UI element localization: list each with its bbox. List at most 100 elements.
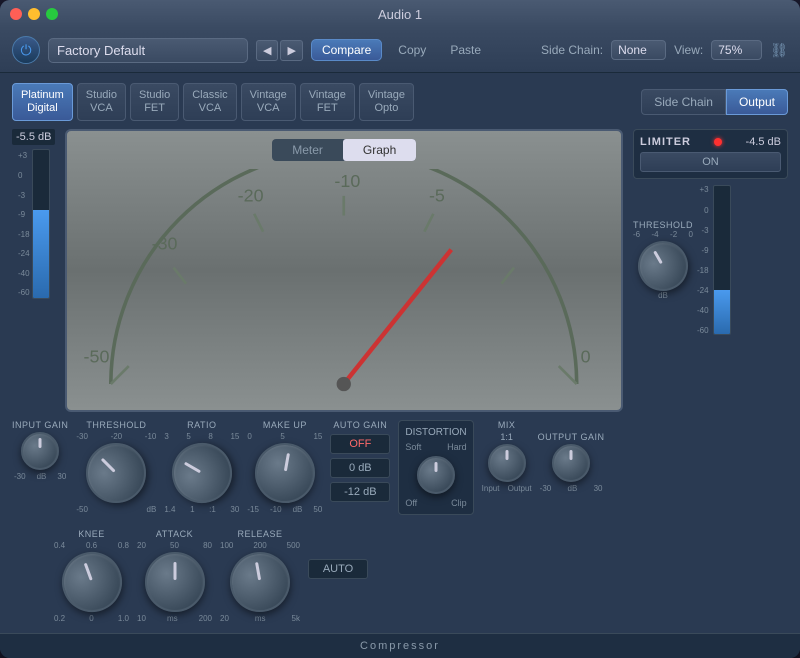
output-tab-button[interactable]: Output (726, 89, 788, 115)
title-bar: Audio 1 (0, 0, 800, 28)
output-gain-min: -30 (540, 484, 552, 493)
knee-knob[interactable] (53, 544, 130, 621)
meter-tick-neg40: -40 (18, 269, 30, 278)
knee-mark-04: 0.4 (54, 541, 65, 550)
ratio-control: RATIO 3 5 8 15 1.4 1 :1 30 (164, 420, 239, 514)
makeup-label: MAKE UP (263, 420, 307, 430)
copy-button[interactable]: Copy (390, 40, 434, 60)
mix-knob[interactable] (488, 444, 526, 482)
auto-release-button[interactable]: AUTO (308, 559, 368, 579)
r-tick-3: +3 (699, 185, 708, 194)
view-select[interactable]: 75% (711, 40, 762, 60)
release-mark-200: 200 (253, 541, 266, 550)
type-vintage-vca[interactable]: VintageVCA (241, 83, 296, 121)
main-content: PlatinumDigital StudioVCA StudioFET Clas… (0, 73, 800, 633)
meter-tab[interactable]: Meter (272, 139, 343, 161)
meter-tick-0: 0 (18, 171, 30, 180)
knee-mark-08: 0.8 (118, 541, 129, 550)
release-mark-500: 500 (287, 541, 300, 550)
type-studio-fet[interactable]: StudioFET (130, 83, 179, 121)
distortion-label: DISTORTION (405, 427, 466, 438)
r-tick-neg3: -3 (701, 226, 708, 235)
thresh-tick-0: 0 (689, 230, 693, 239)
toolbar-right: Side Chain: None View: 75% ⛓ (541, 40, 788, 60)
prev-preset-button[interactable]: ◀ (256, 40, 278, 61)
release-scale-20: 20 (220, 614, 229, 623)
limiter-section: LIMITER -4.5 dB ON (633, 129, 788, 179)
ratio-knob[interactable] (161, 432, 243, 514)
power-button[interactable]: ⏻ (12, 36, 40, 64)
vu-meter-display: Meter Graph (65, 129, 623, 412)
type-platinum-digital[interactable]: PlatinumDigital (12, 83, 73, 121)
distortion-off-clip: Off Clip (405, 498, 466, 508)
window-controls (10, 8, 58, 20)
side-chain-select[interactable]: None (611, 40, 666, 60)
r-tick-neg24: -24 (697, 286, 709, 295)
input-gain-knob[interactable] (21, 432, 59, 470)
input-level-meter (32, 149, 50, 299)
svg-text:0: 0 (581, 347, 591, 367)
auto-release-section: AUTO (308, 529, 368, 579)
release-knob[interactable] (225, 547, 295, 617)
threshold-knob[interactable] (74, 431, 159, 516)
output-gain-control: OUTPUT GAIN -30 dB 30 (538, 432, 605, 493)
limiter-on-button[interactable]: ON (640, 152, 781, 172)
distortion-knob[interactable] (417, 456, 455, 494)
auto-gain-off-button[interactable]: OFF (330, 434, 390, 454)
mix-ratio-label: 1:1 (500, 432, 513, 442)
auto-gain-neg12db-button[interactable]: -12 dB (330, 482, 390, 502)
mix-control: MIX 1:1 Input Output (482, 420, 532, 493)
type-studio-vca[interactable]: StudioVCA (77, 83, 126, 121)
ratio-mark-3: 3 (164, 432, 168, 441)
makeup-mark-5: 5 (280, 432, 284, 441)
nav-buttons: ◀ ▶ (256, 40, 303, 61)
thresh-tick-2: -2 (670, 230, 677, 239)
input-gain-control: INPUT GAIN -30 dB 30 (12, 420, 68, 481)
release-scale-ms: ms (255, 614, 266, 623)
knee-mark-06: 0.6 (86, 541, 97, 550)
knee-scale-10: 1.0 (118, 614, 129, 623)
type-classic-vca[interactable]: ClassicVCA (183, 83, 236, 121)
attack-scale-10: 10 (137, 614, 146, 623)
preset-select[interactable]: Factory Default (48, 38, 248, 63)
knee-scale-0: 0 (89, 614, 93, 623)
output-gain-label: OUTPUT GAIN (538, 432, 605, 442)
auto-gain-label: AUTO GAIN (333, 420, 387, 430)
attack-mark-20: 20 (137, 541, 146, 550)
mix-output-label: Output (508, 484, 532, 493)
main-window: Audio 1 ⏻ Factory Default ◀ ▶ Compare Co… (0, 0, 800, 658)
side-chain-tab-button[interactable]: Side Chain (641, 89, 726, 115)
compare-button[interactable]: Compare (311, 39, 382, 61)
hard-label: Hard (447, 442, 467, 452)
threshold-right-knob[interactable] (629, 232, 697, 300)
type-vintage-fet[interactable]: VintageFET (300, 83, 355, 121)
knee-label: KNEE (78, 529, 105, 539)
mix-output-section: MIX 1:1 Input Output OUTPUT GAIN -30 dB … (482, 420, 605, 493)
vu-gauge-area: -50 -30 -20 -10 -5 0 (75, 169, 613, 402)
thresh-scale-50: -50 (76, 505, 88, 514)
meter-tick-neg9: -9 (18, 210, 30, 219)
release-scale-5k: 5k (292, 614, 300, 623)
paste-button[interactable]: Paste (442, 40, 489, 60)
distortion-control: DISTORTION Soft Hard Off Clip (398, 420, 473, 515)
output-meter-fill (714, 290, 730, 334)
maximize-button[interactable] (46, 8, 58, 20)
minimize-button[interactable] (28, 8, 40, 20)
output-gain-knob[interactable] (552, 444, 590, 482)
vu-tabs: Meter Graph (272, 139, 416, 161)
sc-output-buttons: Side Chain Output (641, 89, 788, 115)
input-gain-meter: -5.5 dB +3 0 -3 -9 -18 -24 -40 -60 (12, 129, 55, 412)
type-vintage-opto[interactable]: VintageOpto (359, 83, 414, 121)
auto-gain-0db-button[interactable]: 0 dB (330, 458, 390, 478)
graph-tab[interactable]: Graph (343, 139, 416, 161)
knee-scale-02: 0.2 (54, 614, 65, 623)
attack-knob[interactable] (145, 552, 205, 612)
link-icon[interactable]: ⛓ (770, 42, 788, 59)
close-button[interactable] (10, 8, 22, 20)
next-preset-button[interactable]: ▶ (280, 40, 302, 61)
thresh-tick-4: -4 (652, 230, 659, 239)
distortion-mix-section: DISTORTION Soft Hard Off Clip (398, 420, 473, 515)
makeup-knob[interactable] (250, 439, 320, 509)
attack-mark-80: 80 (203, 541, 212, 550)
toolbar-left: ⏻ Factory Default ◀ ▶ Compare Copy Paste (12, 36, 533, 64)
